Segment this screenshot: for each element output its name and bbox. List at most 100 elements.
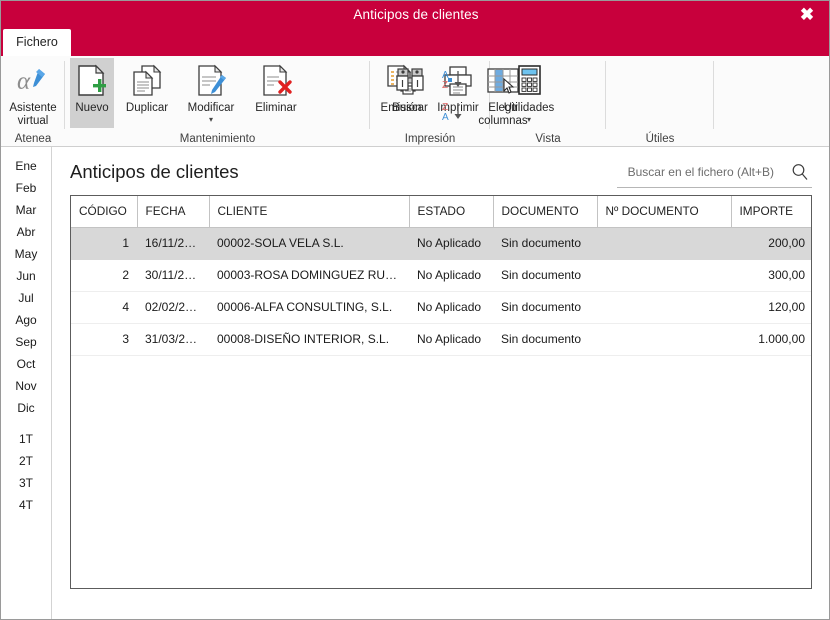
- application-window: Anticipos de clientes ✖ Fichero α Asiste…: [0, 0, 830, 620]
- ribbon-button-asistente-virtual[interactable]: α Asistente virtual: [7, 58, 59, 127]
- ribbon-toolbar: α Asistente virtual Atenea Nuevo Duplica…: [1, 56, 829, 147]
- ribbon-group-label: Útiles: [645, 133, 675, 145]
- cell-importe: 200,00: [731, 227, 811, 260]
- cell-documento: Sin documento: [493, 227, 597, 260]
- document-delete-icon: [255, 62, 297, 100]
- cell-codigo: 3: [71, 323, 137, 356]
- cell-importe: 300,00: [731, 259, 811, 292]
- search-box[interactable]: [617, 161, 812, 188]
- window-title: Anticipos de clientes: [353, 7, 479, 22]
- ribbon-button-label: Buscar: [392, 102, 428, 114]
- ribbon-button-label: Asistente virtual: [9, 102, 57, 127]
- sidebar-item-jun[interactable]: Jun: [1, 265, 51, 287]
- sidebar-item-3t[interactable]: 3T: [1, 472, 51, 494]
- cell-cliente: 00003-ROSA DOMINGUEZ RUEDA: [209, 259, 409, 292]
- sidebar-item-feb[interactable]: Feb: [1, 177, 51, 199]
- column-header-codigo[interactable]: CÓDIGO: [71, 196, 138, 228]
- content-area: Anticipos de clientes CÓDIGO FECHA CLIEN…: [53, 147, 829, 619]
- page-title: Anticipos de clientes: [70, 161, 239, 182]
- column-header-cliente[interactable]: CLIENTE: [209, 196, 410, 228]
- records-table-container: CÓDIGO FECHA CLIENTE ESTADO DOCUMENTO Nº…: [70, 195, 812, 589]
- svg-text:Z: Z: [442, 80, 448, 90]
- ribbon-tab-strip: Fichero: [1, 29, 829, 56]
- column-header-importe[interactable]: IMPORTE: [731, 196, 811, 228]
- sidebar-item-dic[interactable]: Dic: [1, 397, 51, 419]
- cell-estado: No Aplicado: [409, 291, 493, 324]
- table-body: 1 16/11/2021 00002-SOLA VELA S.L. No Apl…: [71, 227, 811, 356]
- close-icon[interactable]: ✖: [787, 1, 827, 29]
- table-header: CÓDIGO FECHA CLIENTE ESTADO DOCUMENTO Nº…: [71, 196, 811, 228]
- cell-numero-documento: [597, 323, 731, 356]
- title-bar: Anticipos de clientes ✖: [1, 1, 829, 29]
- ribbon-group-utiles: Utilidades ▾ Útiles: [504, 56, 714, 146]
- sidebar-item-4t[interactable]: 4T: [1, 494, 51, 516]
- ribbon-button-eliminar[interactable]: Eliminar: [246, 58, 306, 115]
- ribbon-button-duplicar[interactable]: Duplicar: [118, 58, 176, 115]
- ribbon-button-ordenar-desc[interactable]: Z A: [441, 96, 467, 122]
- sidebar-item-abr[interactable]: Abr: [1, 221, 51, 243]
- sidebar-item-1t[interactable]: 1T: [1, 428, 51, 450]
- sidebar-divider: [1, 419, 51, 428]
- cell-importe: 1.000,00: [731, 323, 811, 356]
- cell-estado: No Aplicado: [409, 323, 493, 356]
- cell-codigo: 4: [71, 291, 137, 324]
- ribbon-button-modificar[interactable]: Modificar ▾: [178, 58, 244, 124]
- period-sidebar: Ene Feb Mar Abr May Jun Jul Ago Sep Oct …: [1, 147, 52, 619]
- sidebar-item-mar[interactable]: Mar: [1, 199, 51, 221]
- column-header-documento[interactable]: DOCUMENTO: [493, 196, 598, 228]
- ribbon-button-utilidades[interactable]: Utilidades ▾: [496, 58, 562, 124]
- alpha-pen-icon: α: [12, 62, 54, 100]
- ribbon-button-ordenar-asc[interactable]: A Z: [441, 64, 467, 90]
- binoculars-icon: [389, 62, 431, 100]
- sidebar-item-ene[interactable]: Ene: [1, 155, 51, 177]
- sidebar-item-may[interactable]: May: [1, 243, 51, 265]
- records-table: CÓDIGO FECHA CLIENTE ESTADO DOCUMENTO Nº…: [71, 196, 811, 356]
- cell-fecha: 31/03/2022: [137, 323, 209, 356]
- ribbon-group-label: Impresión: [404, 133, 456, 145]
- cell-cliente: 00006-ALFA CONSULTING, S.L.: [209, 291, 409, 324]
- sidebar-item-ago[interactable]: Ago: [1, 309, 51, 331]
- table-row[interactable]: 2 30/11/2021 00003-ROSA DOMINGUEZ RUEDA …: [71, 259, 811, 292]
- cell-numero-documento: [597, 227, 731, 260]
- cell-codigo: 2: [71, 259, 137, 292]
- cell-numero-documento: [597, 259, 731, 292]
- sidebar-item-sep[interactable]: Sep: [1, 331, 51, 353]
- sort-az-icon: A Z: [441, 68, 467, 90]
- sidebar-item-jul[interactable]: Jul: [1, 287, 51, 309]
- cell-estado: No Aplicado: [409, 259, 493, 292]
- column-header-numero-documento[interactable]: Nº DOCUMENTO: [597, 196, 732, 228]
- column-header-fecha[interactable]: FECHA: [137, 196, 210, 228]
- cell-importe: 120,00: [731, 291, 811, 324]
- search-input[interactable]: [617, 161, 780, 183]
- table-row[interactable]: 4 02/02/2022 00006-ALFA CONSULTING, S.L.…: [71, 291, 811, 324]
- sidebar-item-2t[interactable]: 2T: [1, 450, 51, 472]
- ribbon-group-atenea: α Asistente virtual Atenea: [1, 56, 65, 146]
- cell-documento: Sin documento: [493, 323, 597, 356]
- ribbon-group-mantenimiento: Nuevo Duplicar Modificar ▾ Eliminar Mant…: [65, 56, 370, 146]
- tab-fichero[interactable]: Fichero: [3, 29, 71, 56]
- ribbon-group-label: Mantenimiento: [179, 133, 256, 145]
- column-header-estado[interactable]: ESTADO: [409, 196, 494, 228]
- table-row[interactable]: 1 16/11/2021 00002-SOLA VELA S.L. No Apl…: [71, 227, 811, 260]
- ribbon-button-label: Nuevo: [75, 102, 109, 114]
- chevron-down-icon[interactable]: ▾: [209, 115, 213, 124]
- cell-cliente: 00008-DISEÑO INTERIOR, S.L.: [209, 323, 409, 356]
- cell-fecha: 02/02/2022: [137, 291, 209, 324]
- sidebar-item-nov[interactable]: Nov: [1, 375, 51, 397]
- search-icon[interactable]: [790, 162, 810, 182]
- document-plus-icon: [71, 62, 113, 100]
- ribbon-button-nuevo[interactable]: Nuevo: [70, 58, 114, 128]
- sidebar-item-oct[interactable]: Oct: [1, 353, 51, 375]
- cell-codigo: 1: [71, 227, 137, 260]
- cell-fecha: 16/11/2021: [137, 227, 209, 260]
- table-row[interactable]: 3 31/03/2022 00008-DISEÑO INTERIOR, S.L.…: [71, 323, 811, 356]
- cell-estado: No Aplicado: [409, 227, 493, 260]
- cell-numero-documento: [597, 291, 731, 324]
- ribbon-button-label: Modificar: [187, 102, 235, 114]
- cell-fecha: 30/11/2021: [137, 259, 209, 292]
- chevron-down-icon[interactable]: ▾: [527, 115, 531, 124]
- table-header-row: CÓDIGO FECHA CLIENTE ESTADO DOCUMENTO Nº…: [71, 196, 811, 228]
- svg-text:A: A: [442, 112, 449, 122]
- cell-cliente: 00002-SOLA VELA S.L.: [209, 227, 409, 260]
- ribbon-button-buscar[interactable]: Buscar: [382, 58, 438, 115]
